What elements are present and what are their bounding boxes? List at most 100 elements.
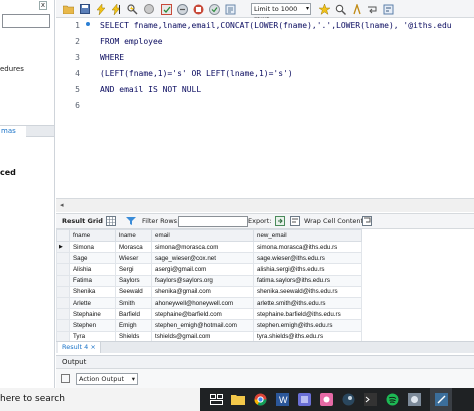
email-cell[interactable]: stephaine@barfield.com: [151, 308, 254, 321]
autocommit-icon[interactable]: [208, 3, 221, 15]
steam-icon[interactable]: [340, 392, 356, 407]
code-line-2[interactable]: FROM employee: [100, 37, 163, 46]
save-icon[interactable]: [78, 3, 91, 15]
email-cell[interactable]: ahoneywell@honeywell.com: [151, 296, 254, 310]
code-line-3[interactable]: WHERE: [100, 53, 124, 62]
table-row[interactable]: Fatima Saylors fsaylors@saylors.org fatima.…: [56, 274, 362, 287]
row-indicator[interactable]: [56, 319, 70, 332]
email-cell[interactable]: fsaylors@saylors.org: [151, 274, 254, 287]
row-indicator[interactable]: [56, 263, 70, 276]
table-row[interactable]: Stephaine Barfield stephaine@barfield.com s…: [56, 308, 362, 321]
taskbar-search-box[interactable]: here to search: [0, 388, 200, 411]
fname-cell[interactable]: Arlette: [69, 296, 116, 310]
filter-rows-input[interactable]: [178, 216, 248, 227]
new-email-cell[interactable]: stephaine.barfield@iths.edu.rs: [253, 308, 362, 321]
row-indicator[interactable]: [56, 296, 70, 310]
new-email-cell[interactable]: fatima.saylors@iths.edu.rs: [253, 274, 362, 287]
wrap-cell-icon[interactable]: [290, 216, 300, 228]
navigator-search-input[interactable]: [2, 14, 50, 28]
lname-cell[interactable]: Sergi: [115, 263, 152, 276]
code-line-4[interactable]: (LEFT(fname,1)='s' OR LEFT(lname,1)='s'): [100, 69, 293, 78]
row-indicator[interactable]: [56, 252, 70, 265]
code-line-1[interactable]: SELECT fname,lname,email,CONCAT(LOWER(fn…: [100, 21, 452, 30]
file-explorer-icon[interactable]: [230, 392, 246, 407]
spotify-icon[interactable]: [384, 392, 400, 407]
column-header-lname[interactable]: lname: [115, 229, 152, 242]
fname-cell[interactable]: Stephaine: [69, 308, 116, 321]
paint-icon[interactable]: [318, 392, 334, 407]
close-icon[interactable]: x: [39, 1, 47, 10]
new-email-cell[interactable]: simona.morasca@iths.edu.rs: [253, 240, 362, 254]
chrome-icon[interactable]: [252, 392, 268, 407]
row-indicator[interactable]: [56, 285, 70, 298]
word-icon[interactable]: W: [274, 392, 290, 407]
editor-horizontal-scrollbar[interactable]: ◂: [56, 198, 474, 212]
mysql-workbench-active-icon[interactable]: [430, 388, 452, 411]
lname-cell[interactable]: Seewald: [115, 285, 152, 298]
copy-icon[interactable]: [61, 374, 70, 383]
terminal-icon[interactable]: [362, 392, 378, 407]
new-email-cell[interactable]: alishia.sergi@iths.edu.rs: [253, 263, 362, 276]
mysql-workbench-taskbar-icon[interactable]: [406, 392, 422, 407]
email-cell[interactable]: asergi@gmail.com: [151, 263, 254, 276]
email-cell[interactable]: sage_wieser@cox.net: [151, 252, 254, 265]
explain-icon[interactable]: [224, 3, 237, 15]
find-icon[interactable]: [334, 3, 347, 15]
app-icon[interactable]: [296, 392, 312, 407]
lname-cell[interactable]: Wieser: [115, 252, 152, 265]
task-view-icon[interactable]: [208, 392, 224, 407]
lightning-cursor-icon[interactable]: [110, 3, 123, 15]
fname-cell[interactable]: Sage: [69, 252, 116, 265]
wrap-icon[interactable]: [366, 3, 379, 15]
lightning-icon[interactable]: [94, 3, 107, 15]
limit-rows-select[interactable]: Limit to 1000 rows▾: [251, 3, 311, 23]
code-line-5[interactable]: AND email IS NOT NULL: [100, 85, 201, 94]
fname-cell[interactable]: Shenika: [69, 285, 116, 298]
commit-icon[interactable]: [160, 3, 173, 15]
row-indicator[interactable]: [56, 274, 70, 287]
lname-cell[interactable]: Morasca: [115, 240, 152, 254]
new-email-cell[interactable]: arlette.smith@iths.edu.rs: [253, 296, 362, 310]
lname-cell[interactable]: Emigh: [115, 319, 152, 332]
tab-result-4[interactable]: Result 4 ×: [58, 342, 101, 353]
close-icon[interactable]: ×: [90, 343, 95, 351]
folder-icon[interactable]: [62, 3, 75, 15]
column-header-new-email[interactable]: new_email: [253, 229, 362, 242]
table-row[interactable]: ▶ Simona Morasca simona@morasca.com simona.m…: [56, 240, 362, 254]
table-row[interactable]: Shenika Seewald shenika@gmail.com shenika.s…: [56, 285, 362, 298]
table-row[interactable]: Arlette Smith ahoneywell@honeywell.com arle…: [56, 296, 362, 310]
column-header-email[interactable]: email: [151, 229, 254, 242]
toggle-icon[interactable]: [192, 3, 205, 15]
scroll-left-arrow-icon[interactable]: ◂: [60, 201, 64, 209]
fname-cell[interactable]: Stephen: [69, 319, 116, 332]
table-row[interactable]: Sage Wieser sage_wieser@cox.net sage.wieser…: [56, 252, 362, 265]
fname-cell[interactable]: Simona: [69, 240, 116, 254]
new-email-cell[interactable]: shenika.seewald@iths.edu.rs: [253, 285, 362, 298]
email-cell[interactable]: shenika@gmail.com: [151, 285, 254, 298]
new-email-cell[interactable]: sage.wieser@iths.edu.rs: [253, 252, 362, 265]
table-row[interactable]: Alishia Sergi asergi@gmail.com alishia.serg…: [56, 263, 362, 276]
lname-cell[interactable]: Smith: [115, 296, 152, 310]
magnifier-lightning-icon[interactable]: [126, 3, 139, 15]
rollback-icon[interactable]: [176, 3, 189, 15]
procedures-node[interactable]: edures: [0, 65, 24, 73]
new-email-cell[interactable]: stephen.emigh@iths.edu.rs: [253, 319, 362, 332]
fname-cell[interactable]: Alishia: [69, 263, 116, 276]
stop-icon[interactable]: [142, 3, 155, 15]
invisible-chars-icon[interactable]: [350, 3, 363, 15]
lname-cell[interactable]: Saylors: [115, 274, 152, 287]
word-wrap-icon[interactable]: [382, 3, 395, 15]
email-cell[interactable]: stephen_emigh@hotmail.com: [151, 319, 254, 332]
email-cell[interactable]: simona@morasca.com: [151, 240, 254, 254]
wrap-toggle-icon[interactable]: [362, 216, 372, 228]
table-row[interactable]: Stephen Emigh stephen_emigh@hotmail.com ste…: [56, 319, 362, 332]
lname-cell[interactable]: Barfield: [115, 308, 152, 321]
tab-schemas[interactable]: mas: [0, 126, 26, 137]
action-output-select[interactable]: Action Output ▾: [76, 373, 138, 385]
row-indicator[interactable]: [56, 308, 70, 321]
row-indicator[interactable]: ▶: [56, 240, 70, 254]
result-grid-label[interactable]: Result Grid: [62, 217, 103, 225]
fname-cell[interactable]: Fatima: [69, 274, 116, 287]
beautify-icon[interactable]: [318, 3, 331, 15]
grid-icon[interactable]: [106, 216, 116, 228]
